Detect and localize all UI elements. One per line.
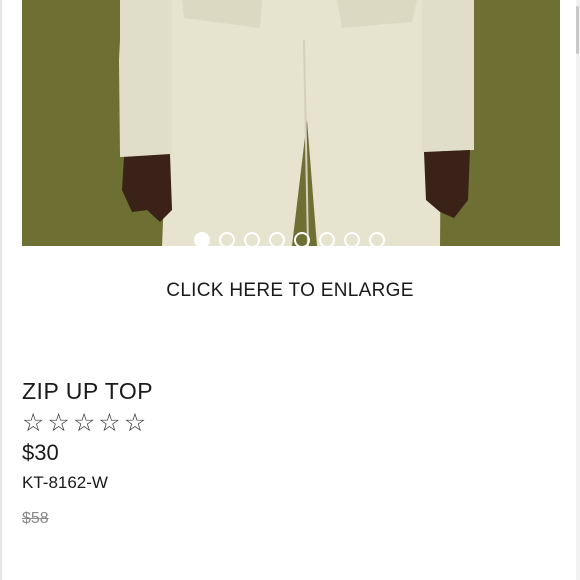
product-sku: KT-8162-W: [22, 473, 108, 492]
carousel-dot[interactable]: [219, 232, 235, 248]
original-price: $58: [22, 510, 49, 527]
carousel-dot[interactable]: [269, 232, 285, 248]
product-price: $30: [22, 440, 59, 465]
carousel-dot[interactable]: [369, 232, 385, 248]
rating-stars[interactable]: ☆ ☆ ☆ ☆ ☆: [22, 410, 146, 435]
product-title: ZIP UP TOP: [22, 378, 154, 404]
carousel-dot[interactable]: [294, 232, 310, 248]
star-icon[interactable]: ☆: [22, 410, 44, 435]
product-photo-graphic: [22, 0, 560, 246]
star-icon[interactable]: ☆: [73, 410, 95, 435]
carousel-dot[interactable]: [344, 232, 360, 248]
star-icon[interactable]: ☆: [98, 410, 120, 435]
product-image[interactable]: [22, 0, 560, 246]
star-icon[interactable]: ☆: [124, 410, 146, 435]
carousel-dot[interactable]: [194, 232, 210, 248]
star-icon[interactable]: ☆: [47, 410, 69, 435]
enlarge-image-link[interactable]: CLICK HERE TO ENLARGE: [0, 280, 580, 302]
carousel-dot[interactable]: [244, 232, 260, 248]
carousel-dot[interactable]: [319, 232, 335, 248]
scrollbar-thumb[interactable]: [576, 6, 579, 54]
